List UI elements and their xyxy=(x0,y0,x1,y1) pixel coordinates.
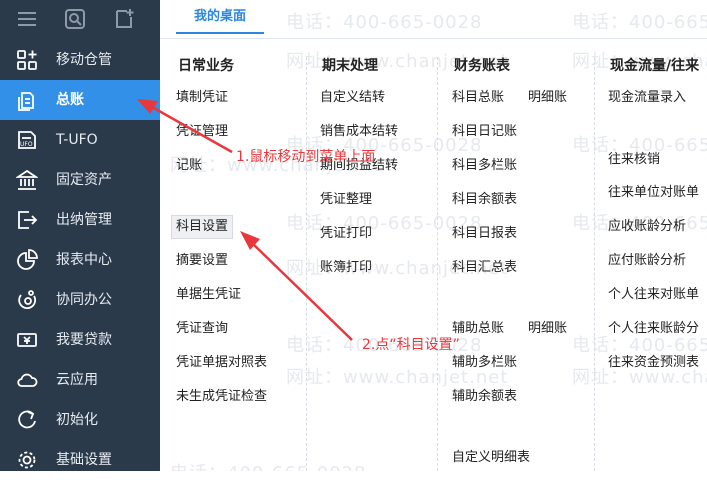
annotation-step-1: 1.鼠标移动到菜单上面 xyxy=(236,149,376,165)
annotation-step-2: 2.点“科目设置” xyxy=(362,337,460,353)
tutorial-arrows xyxy=(137,99,353,341)
